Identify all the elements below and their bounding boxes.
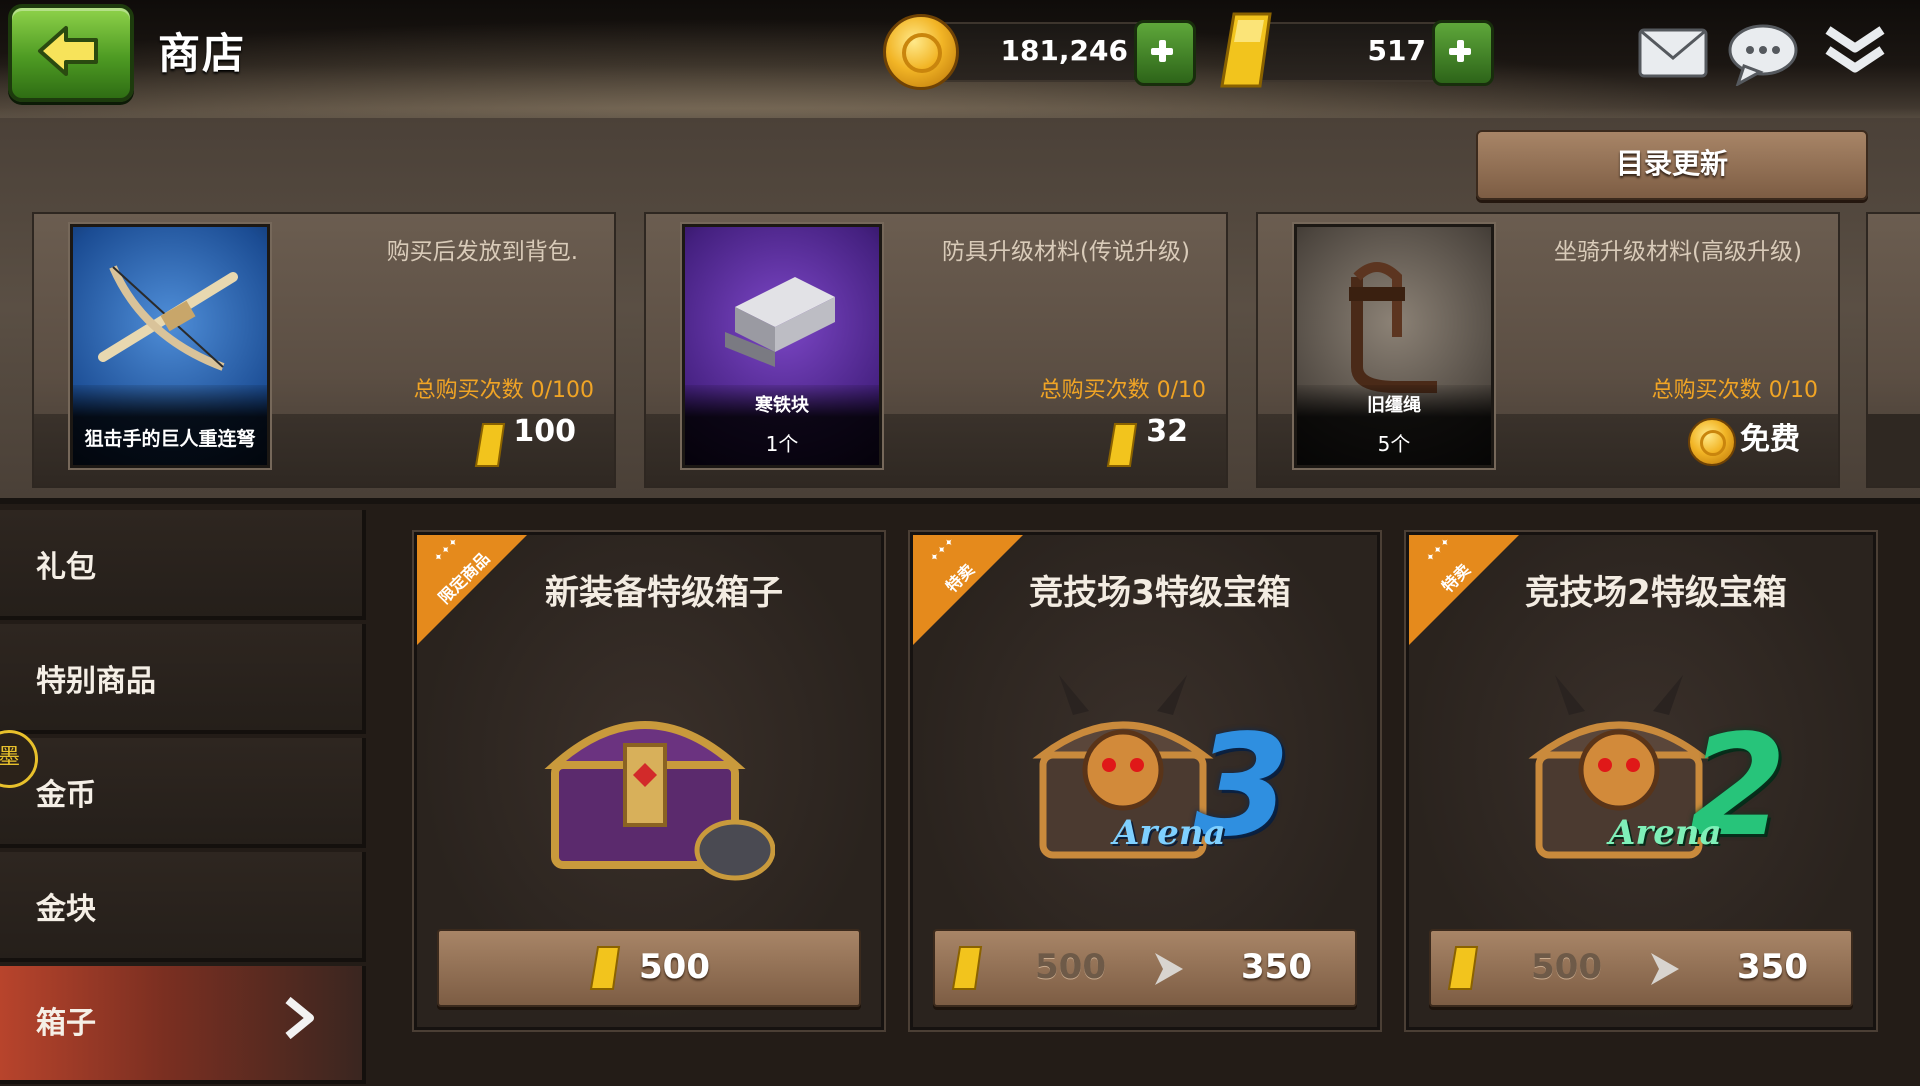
- arena-logo-text: Arena: [1113, 813, 1226, 853]
- offer-thumbnail: 寒铁块 1个: [682, 224, 882, 468]
- offer-card[interactable]: 旧缰绳 5个 坐骑升级材料(高级升级) 总购买次数 0/10 免费: [1256, 212, 1840, 488]
- box-card[interactable]: ✦✦✦ 限定商品 新装备特级箱子 500: [414, 532, 884, 1030]
- offer-card-partial[interactable]: [1866, 212, 1920, 488]
- gold-bar-icon: [474, 423, 506, 467]
- add-gold-coins-button[interactable]: [1134, 20, 1196, 86]
- offer-card[interactable]: 狙击手的巨人重连弩 购买后发放到背包. 总购买次数 0/100 100: [32, 212, 616, 488]
- equipment-chest-icon: [544, 721, 775, 881]
- sidebar-item-gold-bars[interactable]: 金块: [0, 852, 366, 962]
- chat-icon[interactable]: [1726, 22, 1800, 86]
- buy-button[interactable]: 500 350: [933, 929, 1357, 1007]
- sidebar-item-label: 礼包: [36, 550, 96, 585]
- box-original-price: 500: [1531, 947, 1602, 987]
- gold-coin-amount: 181,246: [1000, 34, 1128, 67]
- offer-item-name: 寒铁块: [755, 395, 809, 416]
- offer-price: 100: [513, 414, 576, 449]
- back-arrow-icon: [38, 26, 98, 76]
- gold-bar-icon: [1220, 12, 1272, 88]
- arrow-right-icon: [1651, 953, 1679, 985]
- sidebar-item-gold-coins[interactable]: 金币: [0, 738, 366, 848]
- sidebar-item-label: 金块: [36, 892, 96, 927]
- iron-ingot-icon: [725, 277, 835, 367]
- offer-price: 免费: [1740, 422, 1800, 457]
- box-price: 500: [639, 947, 710, 987]
- box-title: 竞技场2特级宝箱: [1525, 573, 1787, 613]
- box-title: 新装备特级箱子: [545, 573, 783, 613]
- sidebar-item-label: 箱子: [36, 1006, 96, 1041]
- offer-card[interactable]: 寒铁块 1个 防具升级材料(传说升级) 总购买次数 0/10 32: [644, 212, 1228, 488]
- mail-icon[interactable]: [1636, 22, 1710, 82]
- page-title: 商店: [158, 29, 247, 78]
- gold-coin-icon: [1688, 418, 1736, 466]
- sidebar-item-label: 金币: [36, 778, 96, 813]
- add-gold-bars-button[interactable]: [1432, 20, 1494, 86]
- arrow-right-icon: [1155, 953, 1183, 985]
- box-title: 竞技场3特级宝箱: [1029, 573, 1291, 613]
- offer-item-name: 狙击手的巨人重连弩: [84, 428, 256, 450]
- offer-description: 坐骑升级材料(高级升级): [1554, 239, 1802, 265]
- offer-item-quantity: 5个: [1377, 432, 1411, 456]
- expand-menu-icon[interactable]: [1822, 22, 1888, 82]
- offer-description: 防具升级材料(传说升级): [942, 239, 1190, 265]
- sidebar-item-label: 特别商品: [36, 664, 156, 699]
- buy-button[interactable]: 500: [437, 929, 861, 1007]
- gold-bar-amount: 517: [1367, 34, 1426, 67]
- gold-bar-icon: [1447, 946, 1479, 990]
- gold-bar-icon: [951, 946, 983, 990]
- offer-item-quantity: 1个: [765, 432, 799, 456]
- sidebar-item-special[interactable]: 特别商品: [0, 624, 366, 734]
- offer-purchase-limit: 总购买次数 0/100: [413, 378, 594, 403]
- sidebar-item-packages[interactable]: 礼包: [0, 510, 366, 620]
- back-button[interactable]: [8, 4, 134, 102]
- top-bar: 商店 181,246 517: [0, 0, 1920, 118]
- offer-purchase-limit: 总购买次数 0/10: [1651, 378, 1818, 403]
- box-card[interactable]: ✦✦✦ 特卖 竞技场2特级宝箱 2 Arena 500 350: [1406, 532, 1876, 1030]
- chevron-right-icon: [285, 996, 314, 1040]
- offer-thumbnail: 旧缰绳 5个: [1294, 224, 1494, 468]
- arena-logo-text: Arena: [1609, 813, 1722, 853]
- offer-thumbnail: 狙击手的巨人重连弩: [70, 224, 270, 468]
- offer-price: 32: [1146, 414, 1188, 449]
- box-original-price: 500: [1035, 947, 1106, 987]
- reins-icon: [1349, 262, 1437, 393]
- box-card[interactable]: ✦✦✦ 特卖 竞技场3特级宝箱 3 Arena 500 350: [910, 532, 1380, 1030]
- refresh-catalog-button[interactable]: 目录更新: [1476, 130, 1868, 200]
- box-discount-price: 350: [1737, 947, 1808, 987]
- offer-purchase-limit: 总购买次数 0/10: [1039, 378, 1206, 403]
- offer-description: 购买后发放到背包.: [386, 239, 578, 265]
- buy-button[interactable]: 500 350: [1429, 929, 1853, 1007]
- gold-bar-icon: [589, 946, 621, 990]
- gold-bar-icon: [1106, 423, 1138, 467]
- gold-coin-icon: [883, 14, 959, 90]
- box-discount-price: 350: [1241, 947, 1312, 987]
- sidebar-item-boxes[interactable]: 箱子: [0, 966, 366, 1084]
- offer-item-name: 旧缰绳: [1367, 395, 1421, 416]
